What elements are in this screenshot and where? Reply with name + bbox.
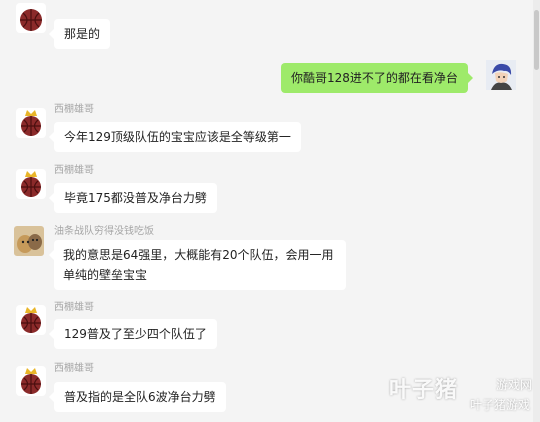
avatar[interactable] bbox=[16, 108, 46, 138]
watermark-logo-text: 叶子猪 bbox=[388, 378, 458, 403]
basketball-crown-icon bbox=[21, 368, 41, 394]
chat-message-area[interactable]: 那是的 你酷哥128进不了的都在看净台 西棚雄哥 今年129顶级队伍的宝宝应该是… bbox=[0, 0, 533, 422]
sender-nickname: 油条战队穷得没钱吃饭 bbox=[54, 226, 154, 237]
watermark-caption: 叶子猪游戏 bbox=[469, 398, 530, 412]
basketball-crown-icon bbox=[21, 110, 41, 136]
avatar-self[interactable] bbox=[486, 60, 516, 90]
basketball-crown-icon bbox=[21, 171, 41, 197]
scrollbar-thumb[interactable] bbox=[534, 10, 539, 70]
avatar[interactable] bbox=[16, 305, 46, 335]
sender-nickname: 西棚雄哥 bbox=[54, 363, 94, 374]
message-bubble-self[interactable]: 你酷哥128进不了的都在看净台 bbox=[281, 63, 473, 93]
sender-nickname: 西棚雄哥 bbox=[54, 104, 94, 115]
sender-nickname: 西棚雄哥 bbox=[54, 165, 94, 176]
avatar[interactable] bbox=[16, 3, 46, 33]
basketball-crown-icon bbox=[21, 307, 41, 333]
message-bubble[interactable]: 普及指的是全队6波净台力劈 bbox=[49, 382, 226, 412]
message-bubble[interactable]: 129普及了至少四个队伍了 bbox=[49, 319, 217, 349]
watermark-subtitle: 游戏网 bbox=[495, 378, 532, 392]
basketball-crown-icon bbox=[20, 9, 42, 31]
avatar[interactable] bbox=[16, 169, 46, 199]
message-bubble[interactable]: 毕竟175都没普及净台力劈 bbox=[49, 183, 217, 213]
avatar[interactable] bbox=[14, 226, 44, 256]
message-bubble[interactable]: 今年129顶级队伍的宝宝应该是全等级第一 bbox=[49, 122, 301, 152]
watermark: 叶子猪 游戏网 叶子猪游戏 bbox=[382, 370, 532, 416]
scrollbar[interactable] bbox=[533, 0, 540, 422]
anime-character-icon bbox=[486, 60, 516, 90]
message-bubble[interactable]: 那是的 bbox=[48, 19, 111, 49]
cat-photo-icon bbox=[14, 226, 44, 256]
avatar[interactable] bbox=[16, 366, 46, 396]
sender-nickname: 西棚雄哥 bbox=[54, 302, 94, 313]
message-bubble[interactable]: 我的意思是64强里，大概能有20个队伍，会用一用单纯的壁垒宝宝 bbox=[49, 240, 346, 290]
